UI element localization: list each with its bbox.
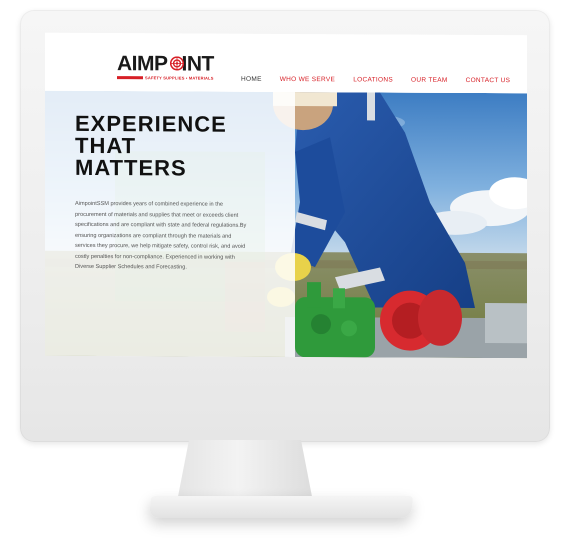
hero-title: EXPERIENCE THAT MATTERS bbox=[75, 111, 275, 181]
monitor-screen: EXPERIENCE THAT MATTERS AimpointSSM prov… bbox=[45, 32, 527, 359]
logo-word-part-2: INT bbox=[181, 52, 214, 76]
target-icon bbox=[170, 56, 184, 71]
logo-word-part-1: AIMP bbox=[117, 52, 168, 76]
nav-item-contact-us[interactable]: CONTACT US bbox=[466, 77, 511, 84]
logo-tagline: SAFETY SUPPLIES • MATERIALS bbox=[145, 75, 214, 81]
site-header: AIMP INT SAFETY SUPPLIES • MATERIALS HOME… bbox=[45, 32, 527, 94]
nav-item-locations[interactable]: LOCATIONS bbox=[353, 76, 393, 83]
logo-wordmark: AIMP INT bbox=[117, 52, 214, 76]
hero-description: AimpointSSM provides years of combined e… bbox=[75, 200, 247, 271]
hero-section: EXPERIENCE THAT MATTERS AimpointSSM prov… bbox=[45, 90, 527, 359]
monitor-mockup: EXPERIENCE THAT MATTERS AimpointSSM prov… bbox=[0, 0, 587, 542]
nav-item-who-we-serve[interactable]: WHO WE SERVE bbox=[280, 76, 336, 83]
aimpoint-logo[interactable]: AIMP INT SAFETY SUPPLIES • MATERIALS bbox=[117, 52, 227, 84]
hero-title-line-3: MATTERS bbox=[75, 154, 187, 181]
nav-item-home[interactable]: HOME bbox=[241, 76, 262, 83]
main-nav: HOME WHO WE SERVE LOCATIONS OUR TEAM CON… bbox=[241, 76, 510, 84]
monitor-stand-foot bbox=[148, 496, 414, 518]
nav-item-our-team[interactable]: OUR TEAM bbox=[411, 77, 448, 84]
logo-accent-bar bbox=[117, 76, 143, 80]
